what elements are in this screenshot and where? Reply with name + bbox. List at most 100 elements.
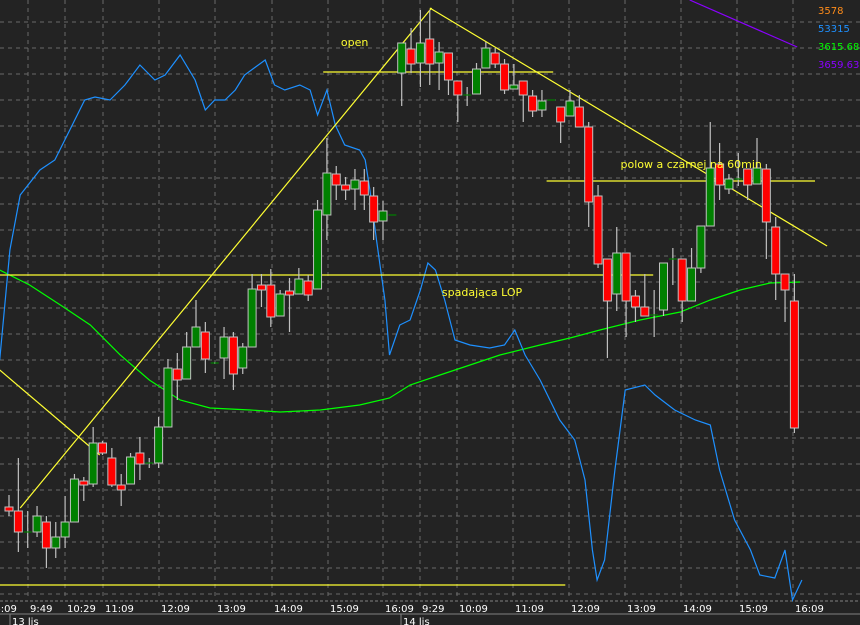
candle [154,417,164,468]
candle-body-down [107,457,117,486]
candle-body-up [415,42,425,64]
candle [500,59,510,94]
candle [443,52,453,95]
candle [593,185,603,268]
candle [668,248,677,285]
candle [163,359,173,428]
x-tick-label: 11:09 [105,604,134,615]
legend-value: 3615.68 [818,42,859,53]
candle-body-down [303,280,313,296]
candle [584,122,594,227]
indicator-line [0,53,803,603]
candle [313,200,323,290]
candle [266,269,276,327]
candle-body-down [79,480,89,486]
candle-body-up [247,288,257,348]
candle-body-down [98,442,107,454]
candle [537,90,547,117]
candle-body-up [537,100,547,111]
candle-body-up [275,293,285,317]
candle [556,106,566,143]
candle [88,427,98,487]
x-tick-label: 16:09 [795,604,824,615]
x-tick-label: 16:09 [0,604,17,615]
candle-body-down [331,173,341,186]
legend-value: 3659.63 [818,60,859,71]
candle-body-down [743,168,753,186]
candle [509,64,519,90]
candle-body-down [41,521,51,549]
x-tick-label: 10:09 [459,604,488,615]
candle [285,278,294,332]
candle-body-down [443,52,453,81]
candle-body-up [322,172,332,216]
candle-body-up [69,478,79,523]
candle-body-up [434,51,444,64]
candle [294,268,304,295]
annotation-label: spadająca LOP [442,286,523,299]
candle [145,458,154,468]
candle-body-up [32,515,42,533]
candle [696,225,706,273]
candle [453,80,463,122]
candle-body-up [705,167,715,227]
candle [219,327,229,379]
candle-body-up [126,456,136,485]
x-tick-label: 15:09 [330,604,359,615]
candle-body-up [219,336,229,359]
candle-body-down [621,252,631,302]
x-tick-label: 13:09 [627,604,656,615]
candle-body-up [481,47,491,69]
rising-trendline [19,7,433,509]
candle-body-down [406,48,416,65]
candle-body-down [4,506,14,512]
candle-body-down [369,195,379,223]
candle [247,274,257,348]
candle [191,300,201,348]
candle-body-up [163,367,173,428]
candlestick-chart: open spadająca LOP polow a czarnej na 60mi… [0,0,860,625]
candle-body-down [13,510,23,533]
x-tick-label: 10:29 [67,604,96,615]
legend-value: 53315 [818,24,850,35]
candle-body-down [228,336,238,375]
candle [406,28,416,73]
candle [135,437,145,480]
candle [378,201,388,240]
x-tick-label: 14:09 [683,604,712,615]
candle [182,332,192,380]
candle [743,168,753,200]
x-tick-label: 11:09 [515,604,544,615]
x-tick-label: 16:09 [385,604,414,615]
candle [640,274,650,317]
candle-body-down [453,80,463,96]
x-tick-label: 15:09 [739,604,768,615]
candle [107,448,117,487]
candle [341,177,351,200]
candle-body-down [780,273,790,291]
candle [331,166,341,200]
candle-body-down [256,284,266,291]
candle-body-down [341,184,351,191]
candle-body-down [630,295,640,308]
candle [98,441,107,455]
x-tick-label: 14:09 [274,604,303,615]
candle-body-up [294,278,304,295]
candle-body-up [182,346,192,380]
candle [228,332,238,390]
candle-body-up [696,225,706,269]
candle [705,122,715,227]
candle-body-down [677,258,687,302]
candle [172,353,182,400]
candle [490,48,500,68]
candle-body-down [593,195,603,265]
candle-body-down [135,452,145,465]
candle-body-up [238,346,248,369]
candle [210,362,219,364]
candle [434,42,444,90]
candle [32,506,42,537]
candle-body-up [191,326,201,348]
candle-body-up [687,267,697,302]
candle-body-down [771,226,781,275]
candle [200,322,210,373]
